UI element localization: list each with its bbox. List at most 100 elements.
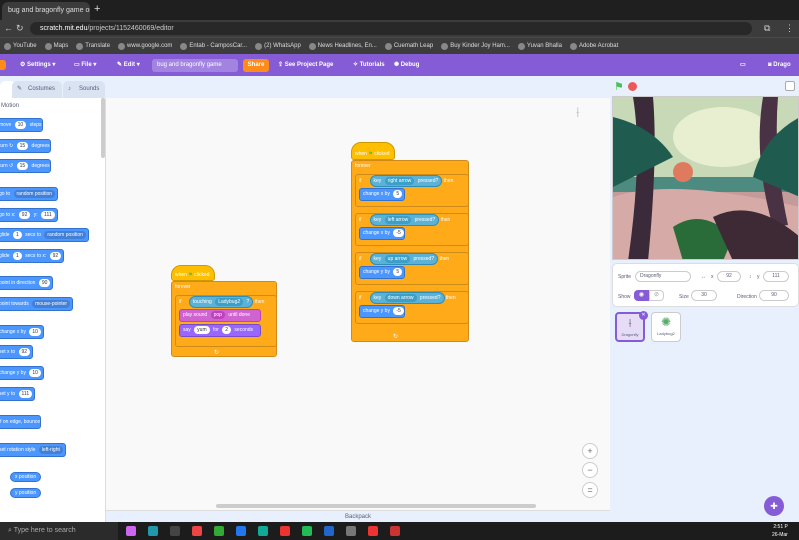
key-pressed-boolean[interactable]: key down arrow pressed? <box>369 292 445 304</box>
reload-icon[interactable]: ↻ <box>16 20 24 37</box>
show-hidden-icon[interactable]: ⊘ <box>649 290 664 301</box>
y-position-reporter[interactable]: y position <box>10 488 42 498</box>
mail-icon[interactable] <box>346 526 356 536</box>
sprite-thumb-ladybug2[interactable]: ✺ Ladybug2 <box>651 312 681 342</box>
block-dropdown[interactable]: random position <box>44 231 86 239</box>
block-value-input[interactable]: 10 <box>29 328 41 336</box>
zoom-reset-icon[interactable]: = <box>582 482 598 498</box>
see-project-page-link[interactable]: ⇪ See Project Page <box>278 54 333 76</box>
share-button[interactable]: Share <box>243 59 269 72</box>
block-value-input[interactable]: 92 <box>18 348 31 356</box>
block-value-input[interactable]: 15 <box>16 142 29 150</box>
app-icon-1[interactable] <box>214 526 224 536</box>
x-input[interactable]: 92 <box>717 271 741 282</box>
change-position-block[interactable]: change x by -5 <box>359 227 405 240</box>
palette-block[interactable]: set rotation style left-right <box>0 443 66 457</box>
size-input[interactable]: 30 <box>691 290 717 301</box>
palette-block[interactable]: point towards mouse-pointer <box>0 297 74 311</box>
debug-link[interactable]: ✺ Debug <box>394 54 419 76</box>
change-value-input[interactable]: -5 <box>393 229 404 237</box>
key-pressed-boolean[interactable]: key right arrow pressed? <box>369 175 443 187</box>
key-dropdown[interactable]: up arrow <box>384 255 411 263</box>
key-dropdown[interactable]: down arrow <box>384 294 417 302</box>
change-position-block[interactable]: change x by 5 <box>359 188 405 201</box>
say-secs-input[interactable]: 2 <box>222 326 232 334</box>
block-value-input[interactable]: 92 <box>18 211 31 219</box>
workspace-scrollbar[interactable] <box>216 504 536 508</box>
chrome-icon[interactable] <box>192 526 202 536</box>
palette-block[interactable]: point in direction 90 <box>0 276 54 290</box>
app-icon-3[interactable] <box>280 526 290 536</box>
block-value-input[interactable]: 1 <box>12 231 22 239</box>
app-icon-2[interactable] <box>258 526 268 536</box>
settings-menu[interactable]: ⚙ Settings ▾ <box>20 54 55 76</box>
change-value-input[interactable]: 5 <box>393 268 403 276</box>
fullscreen-icon[interactable] <box>785 81 795 91</box>
tab-sounds[interactable]: ♪ Sounds <box>63 81 105 98</box>
photos-icon[interactable] <box>368 526 378 536</box>
sprite-thumb-dragonfly[interactable]: ⟊ Dragonfly ✕ <box>615 311 648 342</box>
touching-target-dropdown[interactable]: Ladybug2 <box>215 298 244 306</box>
show-visible-icon[interactable]: ◉ <box>634 290 649 301</box>
palette-block[interactable]: turn ↺ 15 degrees <box>0 159 51 173</box>
block-value-input[interactable]: 10 <box>29 369 41 377</box>
palette-block[interactable]: change y by 10 <box>0 366 44 380</box>
url-field[interactable]: scratch.mit.edu/projects/1152460069/edit… <box>30 22 752 35</box>
change-value-input[interactable]: 5 <box>393 190 403 198</box>
block-dropdown[interactable]: mouse-pointer <box>32 300 71 308</box>
code-workspace[interactable]: ⟊ when ⚑ clicked forever if touching Lad… <box>106 98 610 510</box>
key-dropdown[interactable]: left arrow <box>384 216 412 224</box>
bookmark-9[interactable]: Yuvan Bhalla <box>517 42 562 50</box>
sound-dropdown[interactable]: pop <box>210 311 225 319</box>
palette-block[interactable]: go to x: 92 y: 111 <box>0 208 58 222</box>
bookmark-3[interactable]: www.google.com <box>118 42 172 50</box>
new-tab-button[interactable]: + <box>94 3 100 15</box>
tutorials-link[interactable]: ✧ Tutorials <box>353 54 385 76</box>
choose-backdrop-icon[interactable]: ✚ <box>764 496 784 516</box>
block-value-input[interactable]: 111 <box>18 390 33 398</box>
block-palette[interactable]: Motion move 10 steps turn ↻ 15 degrees t… <box>0 98 106 522</box>
bookmark-6[interactable]: News Headlines, En... <box>308 42 377 50</box>
block-value-input[interactable]: 10 <box>14 121 27 129</box>
whatsapp-icon[interactable] <box>302 526 312 536</box>
palette-block[interactable]: set x to 92 <box>0 345 34 359</box>
app-icon-4[interactable] <box>390 526 400 536</box>
backpack[interactable]: Backpack <box>106 510 610 522</box>
palette-block[interactable]: change x by 10 <box>0 325 44 339</box>
edge-icon[interactable] <box>148 526 158 536</box>
bookmark-5[interactable]: (2) WhatsApp <box>255 42 301 50</box>
direction-input[interactable]: 90 <box>759 290 789 301</box>
block-value-input[interactable]: 1 <box>12 252 22 260</box>
bookmark-8[interactable]: Buy Kinder Joy Ham... <box>441 42 510 50</box>
key-pressed-boolean[interactable]: key up arrow pressed? <box>369 253 439 265</box>
palette-block[interactable]: glide 1 secs to x: 92 <box>0 249 65 263</box>
sprite-name-input[interactable]: Dragonfly <box>635 271 691 282</box>
change-position-block[interactable]: change y by -5 <box>359 305 405 318</box>
block-value-input-2[interactable]: 92 <box>49 252 62 260</box>
zoom-icon[interactable] <box>236 526 246 536</box>
zoom-out-icon[interactable]: − <box>582 462 598 478</box>
bookmark-7[interactable]: Cuemath Leap <box>384 42 433 50</box>
palette-block[interactable]: go to random position <box>0 187 59 201</box>
block-value-input[interactable]: 90 <box>38 279 51 287</box>
browser-tab[interactable]: bug and bragonfly game on Sc <box>2 2 90 20</box>
bookmark-4[interactable]: Entab - CamposCar... <box>180 42 247 50</box>
change-value-input[interactable]: -5 <box>393 307 404 315</box>
edit-menu[interactable]: ✎ Edit ▾ <box>117 54 140 76</box>
zoom-in-icon[interactable]: + <box>582 443 598 459</box>
green-flag-button[interactable]: ⚑ <box>614 80 624 93</box>
y-input[interactable]: 111 <box>763 271 789 282</box>
stage[interactable] <box>612 96 799 260</box>
palette-scrollbar[interactable] <box>101 98 105 158</box>
palette-block[interactable]: glide 1 secs to random position <box>0 228 89 242</box>
bookmark-1[interactable]: Maps <box>44 42 68 50</box>
bookmark-0[interactable]: YouTube <box>4 42 37 50</box>
bookmark-10[interactable]: Adobe Acrobat <box>569 42 618 50</box>
palette-block[interactable]: if on edge, bounce <box>0 415 42 429</box>
bookmark-2[interactable]: Translate <box>76 42 110 50</box>
my-stuff-icon[interactable]: ▭ <box>740 54 746 76</box>
delete-sprite-icon[interactable]: ✕ <box>639 311 648 320</box>
taskbar-search[interactable]: ⌕ Type here to search <box>0 522 118 540</box>
stop-button[interactable] <box>628 82 637 91</box>
copilot-icon[interactable] <box>126 526 136 536</box>
